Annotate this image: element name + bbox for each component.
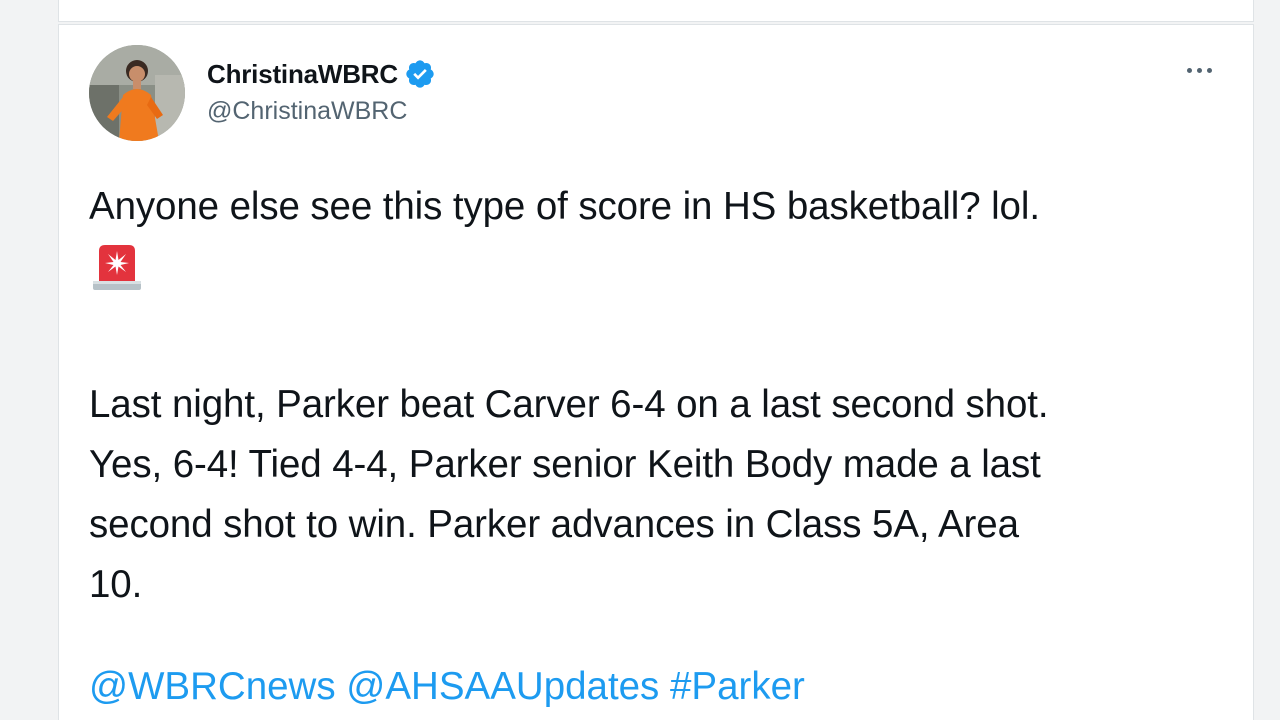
tweet-text: Anyone else see this type of score in HS… — [89, 177, 1229, 615]
verified-badge-icon — [406, 60, 434, 88]
previous-tweet-card — [58, 0, 1254, 22]
tweet-mentions: @WBRCnews @AHSAAUpdates #Parker — [89, 657, 805, 717]
dot — [1196, 67, 1202, 73]
more-options-icon[interactable] — [1179, 55, 1219, 85]
user-handle[interactable]: @ChristinaWBRC — [207, 97, 407, 126]
avatar[interactable] — [89, 45, 185, 141]
tweet-line: 10. — [89, 563, 143, 606]
tweet-line: Last night, Parker beat Carver 6-4 on a … — [89, 383, 1049, 426]
hashtag-parker-link[interactable]: #Parker — [670, 665, 805, 708]
tweet-line: second shot to win. Parker advances in C… — [89, 503, 1019, 546]
mention-wbrcnews-link[interactable]: @WBRCnews — [89, 665, 336, 708]
display-name[interactable]: ChristinaWBRC — [207, 59, 398, 90]
dot — [1186, 67, 1192, 73]
rotating-light-icon — [93, 245, 141, 290]
tweet-card[interactable]: ChristinaWBRC @ChristinaWBRC Anyone else… — [58, 24, 1254, 720]
dot — [1206, 67, 1212, 73]
tweet-line: Anyone else see this type of score in HS… — [89, 185, 1040, 228]
author-name-row[interactable]: ChristinaWBRC — [207, 57, 436, 91]
tweet-line: Yes, 6-4! Tied 4-4, Parker senior Keith … — [89, 443, 1041, 486]
mention-ahsaaupdates-link[interactable]: @AHSAAUpdates — [346, 665, 659, 708]
